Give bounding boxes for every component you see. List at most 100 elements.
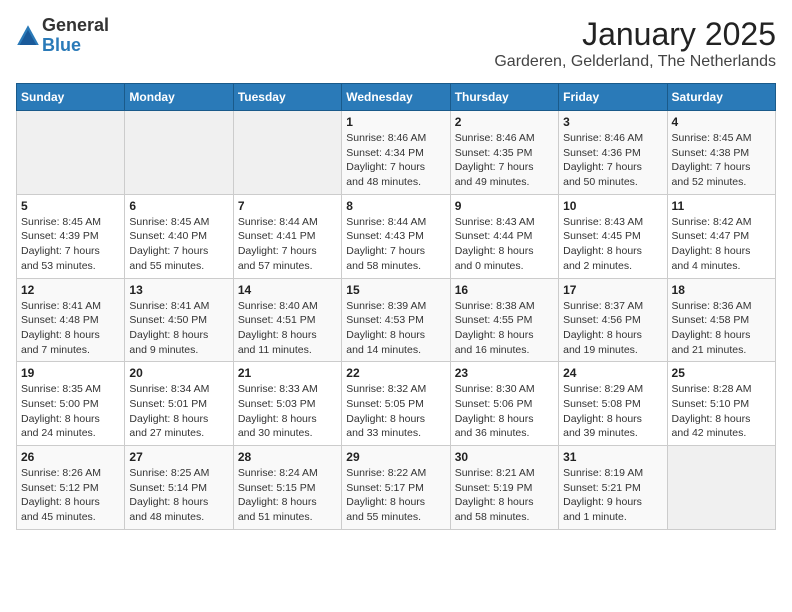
day-number: 17 <box>563 283 662 297</box>
logo-blue: Blue <box>42 36 109 56</box>
calendar-cell: 31 Sunrise: 8:19 AM Sunset: 5:21 PM Dayli… <box>559 446 667 530</box>
day-number: 23 <box>455 366 554 380</box>
logo-icon <box>16 24 40 48</box>
day-info: Sunrise: 8:39 AM Sunset: 4:53 PM Dayligh… <box>346 299 445 358</box>
day-number: 24 <box>563 366 662 380</box>
day-info: Sunrise: 8:34 AM Sunset: 5:01 PM Dayligh… <box>129 382 228 441</box>
day-number: 12 <box>21 283 120 297</box>
day-info: Sunrise: 8:30 AM Sunset: 5:06 PM Dayligh… <box>455 382 554 441</box>
calendar-week-row: 1 Sunrise: 8:46 AM Sunset: 4:34 PM Daylig… <box>17 111 776 195</box>
day-number: 20 <box>129 366 228 380</box>
day-number: 15 <box>346 283 445 297</box>
day-info: Sunrise: 8:43 AM Sunset: 4:44 PM Dayligh… <box>455 215 554 274</box>
day-info: Sunrise: 8:22 AM Sunset: 5:17 PM Dayligh… <box>346 466 445 525</box>
logo-general: General <box>42 16 109 36</box>
day-number: 30 <box>455 450 554 464</box>
calendar-cell: 10 Sunrise: 8:43 AM Sunset: 4:45 PM Dayli… <box>559 194 667 278</box>
calendar-cell: 20 Sunrise: 8:34 AM Sunset: 5:01 PM Dayli… <box>125 362 233 446</box>
logo: General Blue <box>16 16 109 56</box>
page-header: General Blue January 2025 Garderen, Geld… <box>16 16 776 71</box>
day-info: Sunrise: 8:29 AM Sunset: 5:08 PM Dayligh… <box>563 382 662 441</box>
day-number: 6 <box>129 199 228 213</box>
day-number: 19 <box>21 366 120 380</box>
day-number: 28 <box>238 450 337 464</box>
calendar-week-row: 12 Sunrise: 8:41 AM Sunset: 4:48 PM Dayli… <box>17 278 776 362</box>
day-info: Sunrise: 8:45 AM Sunset: 4:38 PM Dayligh… <box>672 131 771 190</box>
calendar-cell: 1 Sunrise: 8:46 AM Sunset: 4:34 PM Daylig… <box>342 111 450 195</box>
day-number: 1 <box>346 115 445 129</box>
calendar-cell: 9Sunrise: 8:43 AM Sunset: 4:44 PM Daylig… <box>450 194 558 278</box>
calendar: SundayMondayTuesdayWednesdayThursdayFrid… <box>16 83 776 530</box>
day-number: 3 <box>563 115 662 129</box>
day-number: 31 <box>563 450 662 464</box>
calendar-cell: 24 Sunrise: 8:29 AM Sunset: 5:08 PM Dayli… <box>559 362 667 446</box>
calendar-cell: 22Sunrise: 8:32 AM Sunset: 5:05 PM Dayli… <box>342 362 450 446</box>
day-info: Sunrise: 8:46 AM Sunset: 4:34 PM Dayligh… <box>346 131 445 190</box>
day-info: Sunrise: 8:37 AM Sunset: 4:56 PM Dayligh… <box>563 299 662 358</box>
day-info: Sunrise: 8:45 AM Sunset: 4:40 PM Dayligh… <box>129 215 228 274</box>
calendar-cell <box>233 111 341 195</box>
day-header: Tuesday <box>233 84 341 111</box>
day-info: Sunrise: 8:28 AM Sunset: 5:10 PM Dayligh… <box>672 382 771 441</box>
day-number: 2 <box>455 115 554 129</box>
calendar-header-row: SundayMondayTuesdayWednesdayThursdayFrid… <box>17 84 776 111</box>
calendar-cell: 11 Sunrise: 8:42 AM Sunset: 4:47 PM Dayli… <box>667 194 775 278</box>
day-header: Sunday <box>17 84 125 111</box>
day-number: 16 <box>455 283 554 297</box>
calendar-cell: 5 Sunrise: 8:45 AM Sunset: 4:39 PM Daylig… <box>17 194 125 278</box>
day-number: 4 <box>672 115 771 129</box>
day-info: Sunrise: 8:32 AM Sunset: 5:05 PM Dayligh… <box>346 382 445 441</box>
day-info: Sunrise: 8:33 AM Sunset: 5:03 PM Dayligh… <box>238 382 337 441</box>
day-number: 25 <box>672 366 771 380</box>
day-number: 21 <box>238 366 337 380</box>
calendar-cell: 3Sunrise: 8:46 AM Sunset: 4:36 PM Daylig… <box>559 111 667 195</box>
calendar-cell: 18Sunrise: 8:36 AM Sunset: 4:58 PM Dayli… <box>667 278 775 362</box>
calendar-cell: 6 Sunrise: 8:45 AM Sunset: 4:40 PM Daylig… <box>125 194 233 278</box>
day-number: 8 <box>346 199 445 213</box>
day-header: Wednesday <box>342 84 450 111</box>
day-header: Monday <box>125 84 233 111</box>
logo-text: General Blue <box>42 16 109 56</box>
day-info: Sunrise: 8:45 AM Sunset: 4:39 PM Dayligh… <box>21 215 120 274</box>
day-header: Friday <box>559 84 667 111</box>
day-number: 13 <box>129 283 228 297</box>
calendar-week-row: 26Sunrise: 8:26 AM Sunset: 5:12 PM Dayli… <box>17 446 776 530</box>
calendar-cell: 14 Sunrise: 8:40 AM Sunset: 4:51 PM Dayli… <box>233 278 341 362</box>
calendar-cell: 26Sunrise: 8:26 AM Sunset: 5:12 PM Dayli… <box>17 446 125 530</box>
calendar-cell: 15 Sunrise: 8:39 AM Sunset: 4:53 PM Dayli… <box>342 278 450 362</box>
calendar-cell: 23 Sunrise: 8:30 AM Sunset: 5:06 PM Dayli… <box>450 362 558 446</box>
day-number: 14 <box>238 283 337 297</box>
calendar-cell: 17 Sunrise: 8:37 AM Sunset: 4:56 PM Dayli… <box>559 278 667 362</box>
day-number: 11 <box>672 199 771 213</box>
calendar-cell: 30 Sunrise: 8:21 AM Sunset: 5:19 PM Dayli… <box>450 446 558 530</box>
calendar-cell: 4 Sunrise: 8:45 AM Sunset: 4:38 PM Daylig… <box>667 111 775 195</box>
calendar-week-row: 5 Sunrise: 8:45 AM Sunset: 4:39 PM Daylig… <box>17 194 776 278</box>
day-info: Sunrise: 8:19 AM Sunset: 5:21 PM Dayligh… <box>563 466 662 525</box>
day-info: Sunrise: 8:26 AM Sunset: 5:12 PM Dayligh… <box>21 466 120 525</box>
day-info: Sunrise: 8:42 AM Sunset: 4:47 PM Dayligh… <box>672 215 771 274</box>
location-title: Garderen, Gelderland, The Netherlands <box>494 53 776 71</box>
day-info: Sunrise: 8:41 AM Sunset: 4:50 PM Dayligh… <box>129 299 228 358</box>
calendar-cell: 27Sunrise: 8:25 AM Sunset: 5:14 PM Dayli… <box>125 446 233 530</box>
day-info: Sunrise: 8:46 AM Sunset: 4:35 PM Dayligh… <box>455 131 554 190</box>
calendar-week-row: 19Sunrise: 8:35 AM Sunset: 5:00 PM Dayli… <box>17 362 776 446</box>
day-info: Sunrise: 8:21 AM Sunset: 5:19 PM Dayligh… <box>455 466 554 525</box>
day-info: Sunrise: 8:24 AM Sunset: 5:15 PM Dayligh… <box>238 466 337 525</box>
day-header: Saturday <box>667 84 775 111</box>
day-number: 27 <box>129 450 228 464</box>
day-number: 7 <box>238 199 337 213</box>
calendar-cell: 2 Sunrise: 8:46 AM Sunset: 4:35 PM Daylig… <box>450 111 558 195</box>
day-number: 5 <box>21 199 120 213</box>
title-block: January 2025 Garderen, Gelderland, The N… <box>494 16 776 71</box>
day-info: Sunrise: 8:44 AM Sunset: 4:41 PM Dayligh… <box>238 215 337 274</box>
day-header: Thursday <box>450 84 558 111</box>
calendar-cell: 29Sunrise: 8:22 AM Sunset: 5:17 PM Dayli… <box>342 446 450 530</box>
day-number: 10 <box>563 199 662 213</box>
calendar-cell: 13 Sunrise: 8:41 AM Sunset: 4:50 PM Dayli… <box>125 278 233 362</box>
calendar-cell: 19Sunrise: 8:35 AM Sunset: 5:00 PM Dayli… <box>17 362 125 446</box>
day-info: Sunrise: 8:40 AM Sunset: 4:51 PM Dayligh… <box>238 299 337 358</box>
calendar-cell: 28 Sunrise: 8:24 AM Sunset: 5:15 PM Dayli… <box>233 446 341 530</box>
day-info: Sunrise: 8:43 AM Sunset: 4:45 PM Dayligh… <box>563 215 662 274</box>
day-info: Sunrise: 8:41 AM Sunset: 4:48 PM Dayligh… <box>21 299 120 358</box>
calendar-cell: 21 Sunrise: 8:33 AM Sunset: 5:03 PM Dayli… <box>233 362 341 446</box>
